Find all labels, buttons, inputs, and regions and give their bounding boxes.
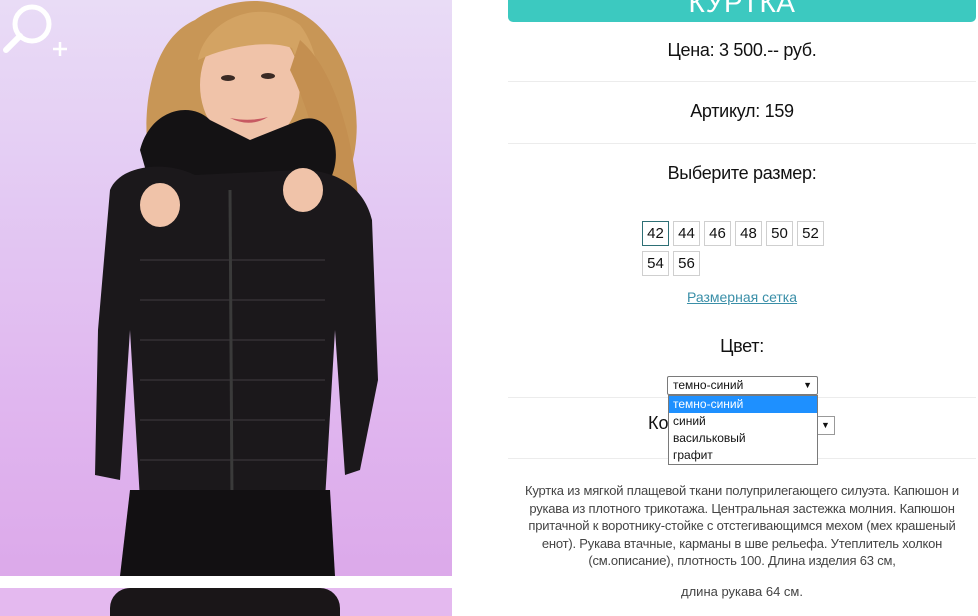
divider [508, 81, 976, 82]
color-dropdown-list: темно-синий синий васильковый графит [668, 395, 818, 465]
quantity-label: Ко [648, 413, 669, 433]
price-text: Цена: 3 500.-- руб. [667, 40, 817, 60]
triangle-down-icon: ▼ [803, 380, 812, 390]
size-option-50[interactable]: 50 [766, 221, 793, 246]
color-select[interactable]: темно-синий ▼ [667, 376, 818, 395]
color-option-blue[interactable]: синий [669, 413, 817, 430]
size-option-56[interactable]: 56 [673, 251, 700, 276]
product-photo-thumbnail[interactable] [0, 588, 452, 616]
size-label: Выберите размер: [667, 163, 817, 183]
zoom-in-icon[interactable] [0, 0, 72, 62]
size-option-44[interactable]: 44 [673, 221, 700, 246]
color-option-cornflower[interactable]: васильковый [669, 430, 817, 447]
description-fade [508, 568, 976, 584]
size-option-52[interactable]: 52 [797, 221, 824, 246]
product-title-bar: КУРТКА [508, 0, 976, 22]
color-select-value: темно-синий [673, 378, 744, 392]
color-label: Цвет: [720, 336, 764, 356]
size-option-54[interactable]: 54 [642, 251, 669, 276]
color-option-dark-blue[interactable]: темно-синий [669, 396, 817, 413]
sku-text: Артикул: 159 [690, 101, 794, 121]
product-description-tail: длина рукава 64 см. [681, 584, 803, 599]
product-photo[interactable] [0, 0, 452, 576]
triangle-down-icon: ▼ [821, 420, 830, 430]
size-option-46[interactable]: 46 [704, 221, 731, 246]
size-option-42[interactable]: 42 [642, 221, 669, 246]
product-description: Куртка из мягкой плащевой ткани полуприл… [525, 483, 959, 568]
size-chart-link[interactable]: Размерная сетка [508, 289, 976, 305]
model-illustration [95, 0, 378, 576]
divider [508, 143, 976, 144]
thumbnail-garment [110, 588, 340, 616]
color-option-graphite[interactable]: графит [669, 447, 817, 464]
quantity-select[interactable]: ▼ [816, 416, 835, 435]
size-option-48[interactable]: 48 [735, 221, 762, 246]
product-title: КУРТКА [688, 0, 796, 18]
